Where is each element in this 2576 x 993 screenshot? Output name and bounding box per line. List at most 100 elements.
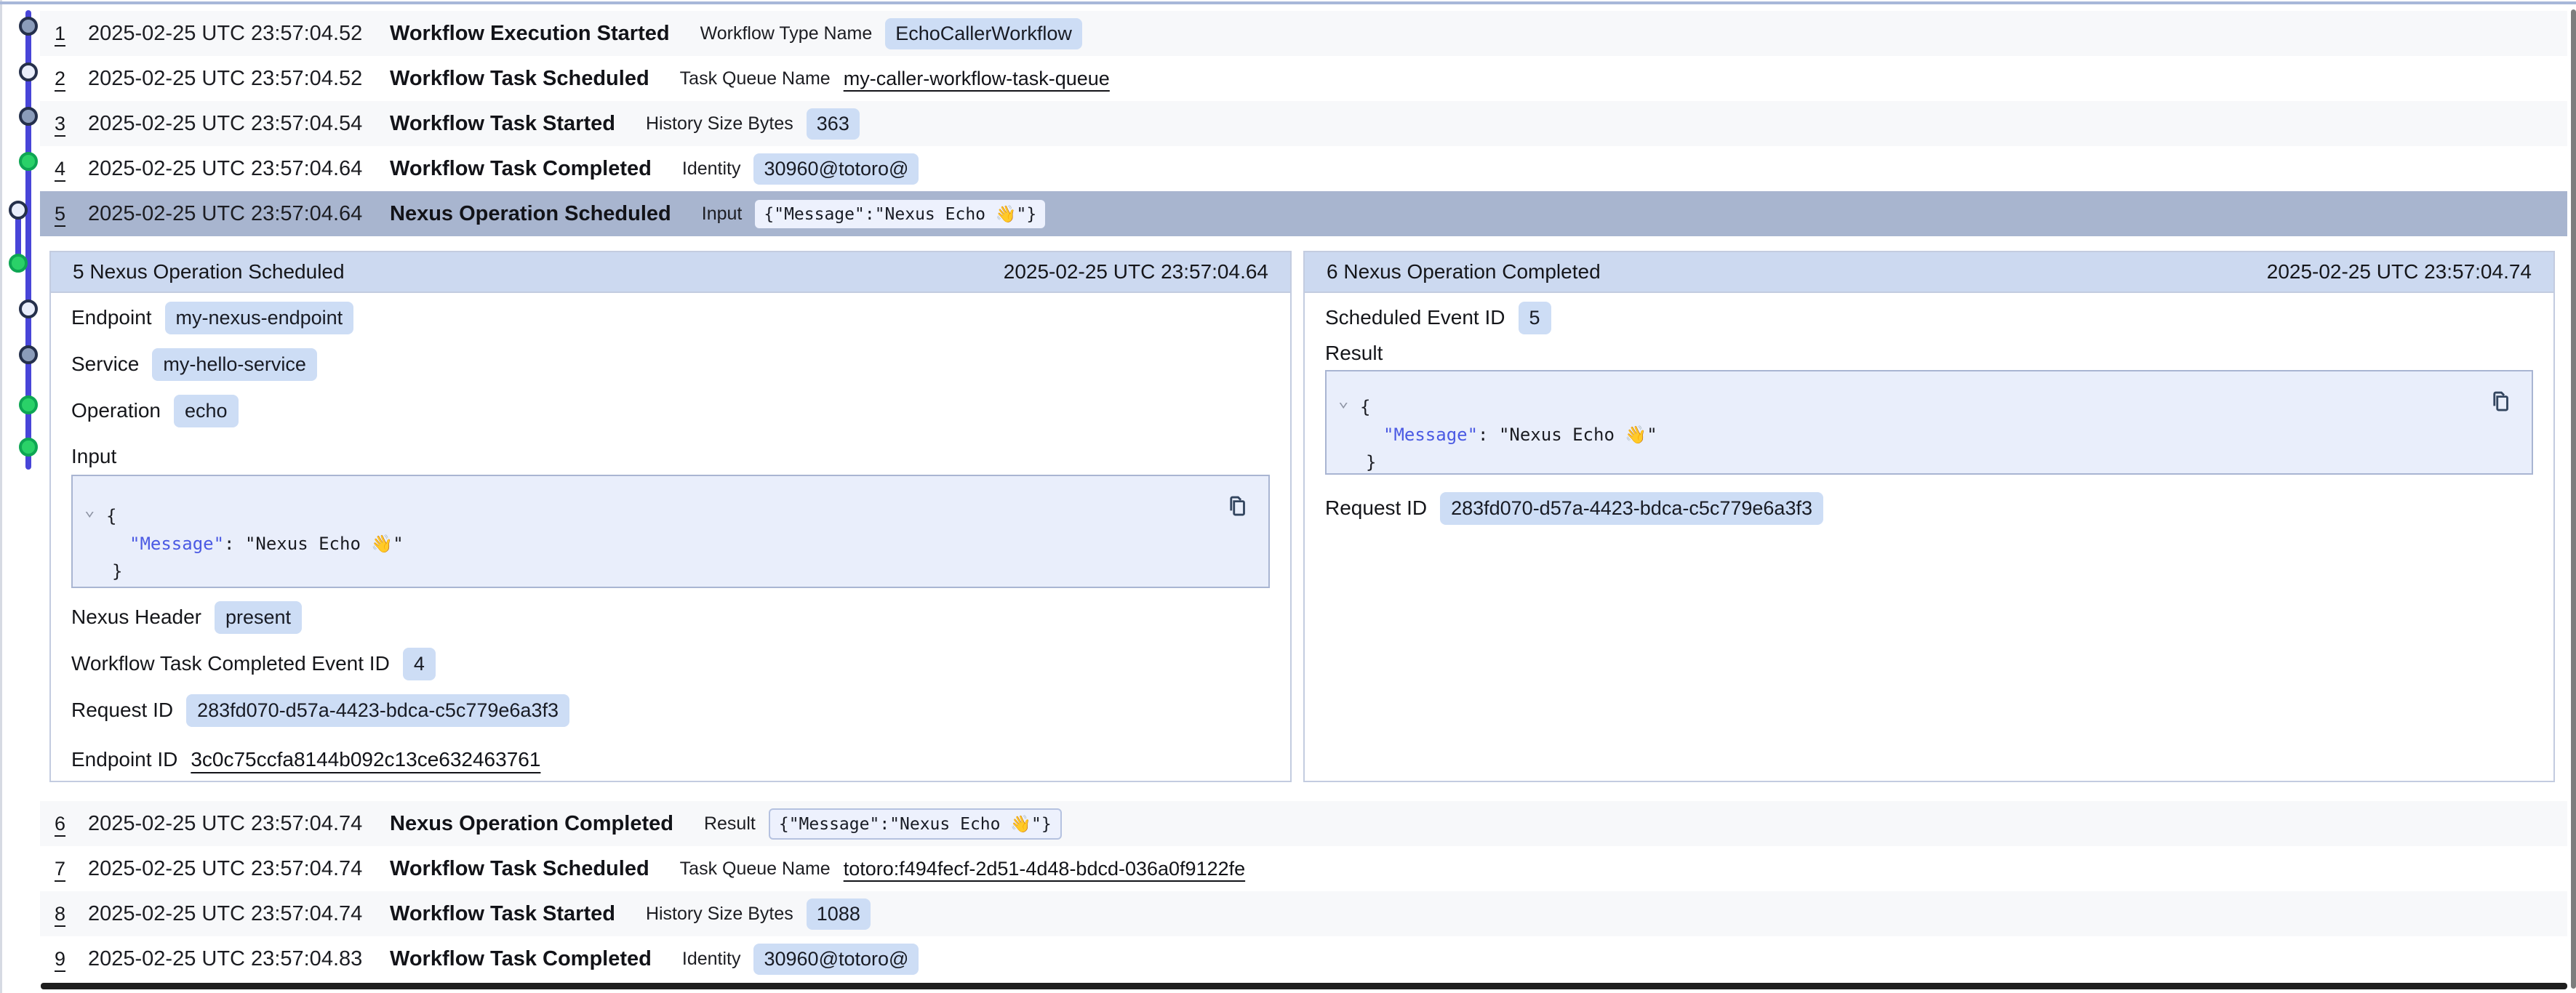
task-queue-link[interactable]: my-caller-workflow-task-queue (844, 68, 1110, 90)
json-open-brace: { (106, 506, 116, 526)
json-colon: : (1478, 425, 1499, 445)
detail-card-body: Scheduled Event ID 5 Result ⌄ { "Message… (1305, 302, 2553, 524)
field-label-result: Result (1325, 342, 1383, 365)
field-label-service: Service (71, 353, 139, 376)
event-name: Nexus Operation Completed (390, 812, 673, 836)
event-id-link[interactable]: 2 (55, 68, 88, 90)
event-attr-label: Identity (682, 158, 741, 180)
event-name: Nexus Operation Scheduled (390, 202, 671, 226)
event-attr-label: History Size Bytes (646, 904, 793, 925)
vertical-scrollbar-thumb[interactable] (2571, 9, 2576, 989)
event-row-1[interactable]: 1 2025-02-25 UTC 23:57:04.52 Workflow Ex… (40, 11, 2567, 56)
event-id-link[interactable]: 7 (55, 858, 88, 880)
json-viewer-input: ⌄ { "Message": "Nexus Echo 👋" } (71, 475, 1270, 588)
event-attr-label: Identity (682, 949, 741, 970)
field-label-operation: Operation (71, 399, 161, 422)
copy-icon[interactable] (2488, 389, 2513, 414)
timeline-dot-8[interactable] (19, 345, 38, 364)
event-name: Workflow Task Started (390, 112, 615, 136)
field-label-nexus-header: Nexus Header (71, 606, 201, 629)
field-label-endpoint: Endpoint (71, 306, 152, 329)
timeline-dot-7[interactable] (19, 299, 38, 318)
field-value-operation: echo (174, 395, 239, 427)
timeline-dot-5[interactable] (9, 201, 28, 220)
detail-card-title: 6 Nexus Operation Completed (1327, 260, 1601, 284)
event-id-link[interactable]: 4 (55, 158, 88, 180)
task-queue-link[interactable]: totoro:f494fecf-2d51-4d48-bdcd-036a0f912… (844, 858, 1245, 880)
field-label-wft-completed-event-id: Workflow Task Completed Event ID (71, 652, 390, 675)
timeline-dot-3[interactable] (19, 107, 38, 126)
event-attr-label: Task Queue Name (680, 859, 831, 880)
json-close-brace: } (112, 561, 122, 582)
event-row-2[interactable]: 2 2025-02-25 UTC 23:57:04.52 Workflow Ta… (40, 56, 2567, 101)
json-viewer-result: ⌄ { "Message": "Nexus Echo 👋" } (1325, 370, 2533, 475)
field-label-request-id: Request ID (1325, 496, 1427, 520)
event-id-link[interactable]: 3 (55, 113, 88, 135)
horizontal-scrollbar-thumb[interactable] (41, 983, 2567, 989)
timeline-dot-4[interactable] (19, 152, 38, 171)
event-timestamp: 2025-02-25 UTC 23:57:04.74 (88, 857, 390, 881)
detail-card-body: Endpoint my-nexus-endpoint Service my-he… (51, 302, 1290, 776)
field-value-nexus-header: present (215, 601, 302, 634)
field-label-scheduled-event-id: Scheduled Event ID (1325, 306, 1505, 329)
event-row-4[interactable]: 4 2025-02-25 UTC 23:57:04.64 Workflow Ta… (40, 146, 2567, 191)
timeline-dot-6[interactable] (9, 254, 28, 273)
collapse-chevron-icon[interactable]: ⌄ (1338, 392, 1348, 409)
event-attr-label: Result (704, 813, 756, 835)
timeline-dot-1[interactable] (19, 17, 38, 36)
timeline-dot-10[interactable] (19, 438, 38, 457)
event-name: Workflow Task Completed (390, 947, 652, 971)
timeline-dot-9[interactable] (19, 395, 38, 414)
json-line: { (1327, 393, 2532, 421)
event-attr-label: History Size Bytes (646, 113, 793, 134)
detail-card-title: 5 Nexus Operation Scheduled (73, 260, 345, 284)
event-row-9[interactable]: 9 2025-02-25 UTC 23:57:04.83 Workflow Ta… (40, 936, 2567, 981)
event-attr-badge: EchoCallerWorkflow (885, 18, 1082, 49)
event-id-link[interactable]: 6 (55, 813, 88, 835)
event-timestamp: 2025-02-25 UTC 23:57:04.64 (88, 202, 390, 226)
copy-icon[interactable] (1225, 494, 1249, 518)
event-row-8[interactable]: 8 2025-02-25 UTC 23:57:04.74 Workflow Ta… (40, 891, 2567, 936)
detail-card-header[interactable]: 5 Nexus Operation Scheduled 2025-02-25 U… (51, 252, 1290, 293)
event-name: Workflow Task Scheduled (390, 67, 649, 91)
field-value-scheduled-event-id: 5 (1519, 302, 1551, 334)
event-name: Workflow Task Completed (390, 157, 652, 181)
json-key: "Message" (1383, 425, 1478, 445)
event-timestamp: 2025-02-25 UTC 23:57:04.52 (88, 22, 390, 46)
event-row-6[interactable]: 6 2025-02-25 UTC 23:57:04.74 Nexus Opera… (40, 801, 2567, 846)
event-timestamp: 2025-02-25 UTC 23:57:04.54 (88, 112, 390, 136)
event-id-link[interactable]: 1 (55, 23, 88, 45)
field-value-service: my-hello-service (152, 348, 317, 381)
json-colon: : (224, 534, 245, 554)
workflow-history-view: 1 2025-02-25 UTC 23:57:04.52 Workflow Ex… (0, 0, 2576, 993)
detail-card-header[interactable]: 6 Nexus Operation Completed 2025-02-25 U… (1305, 252, 2553, 293)
event-timestamp: 2025-02-25 UTC 23:57:04.74 (88, 812, 390, 836)
detail-card-timestamp: 2025-02-25 UTC 23:57:04.74 (2267, 260, 2532, 284)
field-label-request-id: Request ID (71, 699, 173, 722)
event-row-3[interactable]: 3 2025-02-25 UTC 23:57:04.54 Workflow Ta… (40, 101, 2567, 146)
event-id-link[interactable]: 5 (55, 203, 88, 225)
panel-top-border (0, 1, 2576, 4)
event-attr-badge: 30960@totoro@ (753, 153, 919, 185)
json-value: "Nexus Echo 👋" (1499, 425, 1657, 445)
json-line: "Message": "Nexus Echo 👋" (73, 530, 1268, 558)
event-attr-badge: 1088 (807, 898, 871, 930)
event-attr-label: Workflow Type Name (700, 23, 873, 44)
event-id-link[interactable]: 8 (55, 903, 88, 925)
event-row-5-selected[interactable]: 5 2025-02-25 UTC 23:57:04.64 Nexus Opera… (40, 191, 2567, 236)
collapse-chevron-icon[interactable]: ⌄ (84, 501, 95, 518)
detail-card-timestamp: 2025-02-25 UTC 23:57:04.64 (1004, 260, 1268, 284)
endpoint-id-link[interactable]: 3c0c75ccfa8144b092c13ce632463761 (191, 748, 540, 771)
json-line: "Message": "Nexus Echo 👋" (1327, 421, 2532, 449)
json-line: } (73, 558, 1268, 585)
timeline-dot-2[interactable] (19, 63, 38, 81)
json-open-brace: { (1360, 397, 1370, 417)
event-attr-label: Input (702, 204, 743, 225)
event-timestamp: 2025-02-25 UTC 23:57:04.83 (88, 947, 390, 971)
json-line: } (1327, 449, 2532, 476)
event-row-7[interactable]: 7 2025-02-25 UTC 23:57:04.74 Workflow Ta… (40, 846, 2567, 891)
field-label-endpoint-id: Endpoint ID (71, 748, 177, 771)
event-id-link[interactable]: 9 (55, 948, 88, 970)
field-label-input: Input (71, 445, 116, 468)
event-attr-label: Task Queue Name (680, 68, 831, 89)
